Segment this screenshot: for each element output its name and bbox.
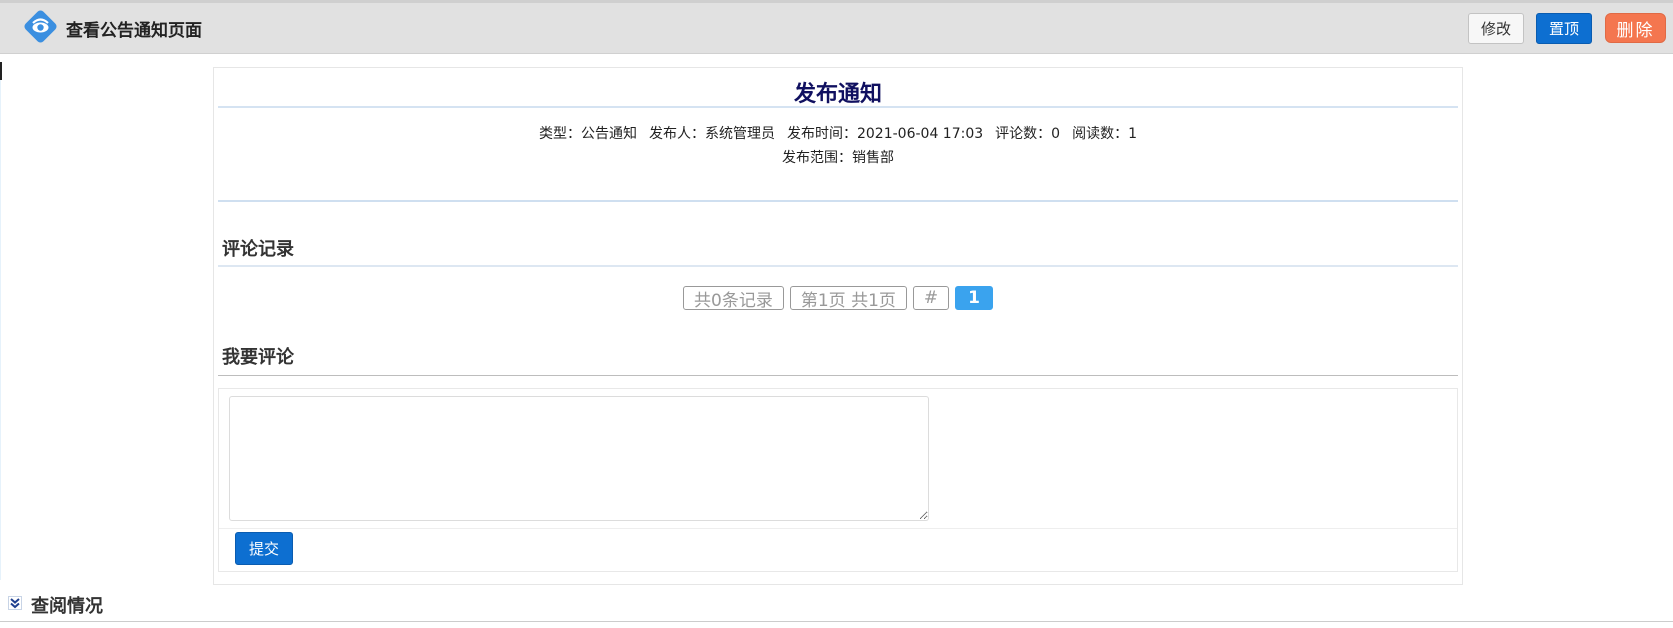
notice-type: 类型：公告通知 <box>538 126 637 142</box>
notice-publisher: 发布人：系统管理员 <box>648 126 775 142</box>
edit-button[interactable]: 修改 <box>1468 13 1524 44</box>
divider <box>219 528 1457 529</box>
notice-card: 发布通知 类型：公告通知 发布人：系统管理员 发布时间：2021-06-04 17:… <box>213 67 1463 585</box>
submit-button[interactable]: 提交 <box>235 532 293 565</box>
left-edge <box>0 80 1 580</box>
divider <box>218 375 1458 376</box>
notice-read-count: 阅读数：1 <box>1072 126 1137 142</box>
notice-meta: 类型：公告通知 发布人：系统管理员 发布时间：2021-06-04 17:03 评论数… <box>214 123 1462 143</box>
notice-title: 发布通知 <box>793 82 882 107</box>
notice-scope: 发布范围：销售部 <box>782 150 894 166</box>
notice-publish-time: 发布时间：2021-06-04 17:03 <box>786 126 984 142</box>
top-toolbar: 查看公告通知页面 修改 置顶 删除 <box>0 0 1673 54</box>
delete-button[interactable]: 删除 <box>1605 13 1666 43</box>
pagination: 共0条记录 第1页 共1页 # 1 <box>214 286 1462 311</box>
my-comment-title: 我要评论 <box>222 347 294 368</box>
divider <box>218 265 1458 267</box>
divider <box>218 106 1458 108</box>
comment-textarea[interactable] <box>229 396 929 521</box>
left-marker <box>0 62 2 80</box>
double-chevron-down-icon[interactable] <box>8 596 22 610</box>
pager-current-page[interactable]: 1 <box>955 286 993 310</box>
view-notice-icon <box>24 10 57 43</box>
read-status-title[interactable]: 查阅情况 <box>31 592 103 618</box>
comment-records-title: 评论记录 <box>222 239 294 260</box>
pager-hash-link[interactable]: # <box>912 286 950 310</box>
tab-strip <box>0 0 1673 3</box>
comment-form: 提交 <box>218 388 1458 572</box>
divider <box>0 621 1673 622</box>
pin-top-button[interactable]: 置顶 <box>1536 13 1592 44</box>
page-title: 查看公告通知页面 <box>66 21 202 41</box>
notice-comment-count: 评论数：0 <box>995 126 1061 142</box>
pager-total: 共0条记录 <box>683 286 784 311</box>
divider <box>218 200 1458 202</box>
pager-page-info: 第1页 共1页 <box>789 286 907 311</box>
